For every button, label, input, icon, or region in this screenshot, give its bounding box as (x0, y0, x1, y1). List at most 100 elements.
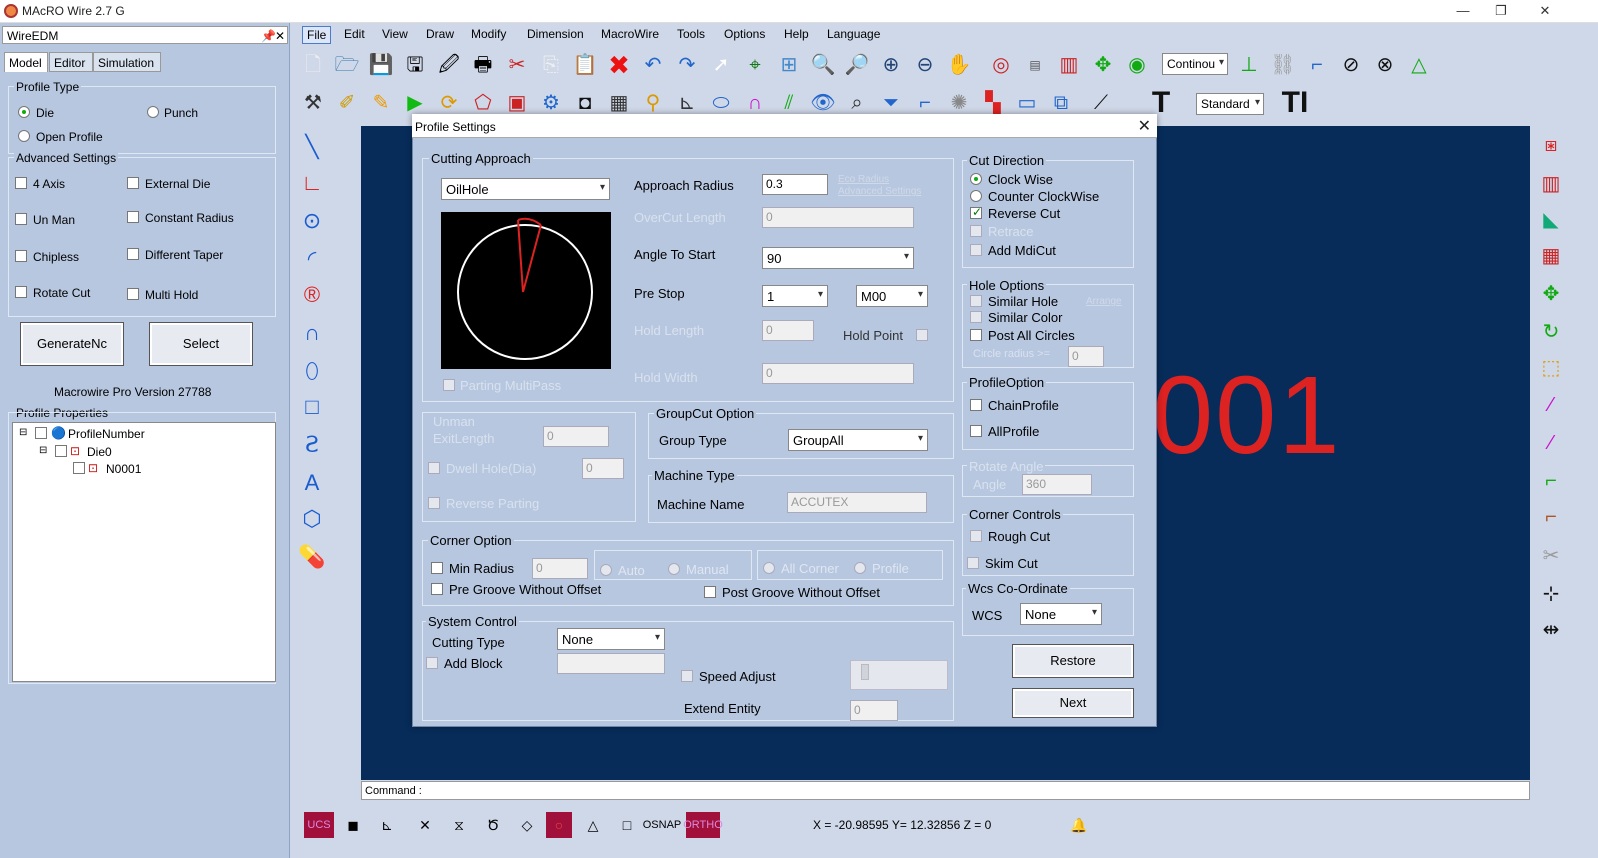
approach-radius-input[interactable]: 0.3 (762, 174, 828, 195)
triangle-icon[interactable]: △ (1404, 50, 1434, 80)
polyline-icon[interactable]: ∟ (298, 168, 326, 198)
angle-to-start-combo[interactable]: 90 (762, 247, 914, 269)
ucs-toggle[interactable]: UCS (304, 812, 334, 838)
un-man-checkbox[interactable] (15, 213, 27, 225)
select-button[interactable]: Select (149, 322, 253, 366)
delete-icon[interactable]: ✖ (604, 50, 634, 80)
save-as-icon[interactable]: 🖫 (400, 50, 430, 80)
arrange-link[interactable]: Arrange (1086, 296, 1122, 307)
auto-radio[interactable] (600, 564, 612, 576)
hold-length-input[interactable]: 0 (762, 320, 814, 341)
corner-round-icon[interactable]: ⌐ (1536, 502, 1566, 532)
clockwise-radio[interactable] (970, 173, 982, 185)
menu-view[interactable]: View (378, 26, 412, 42)
retrace-checkbox[interactable] (970, 225, 982, 237)
min-radius-input[interactable]: 0 (532, 558, 588, 579)
menu-modify[interactable]: Modify (467, 26, 510, 42)
cam-icon[interactable]: ◉ (1122, 50, 1152, 80)
reverse-cut-checkbox[interactable] (970, 205, 982, 219)
post-all-circles-checkbox[interactable] (970, 329, 982, 341)
all-corner-radio[interactable] (763, 562, 775, 574)
bell-icon[interactable]: 🔔 (1066, 812, 1092, 838)
tree-expand-icon[interactable]: ⊟ (39, 445, 47, 456)
move-icon[interactable]: ✥ (1088, 50, 1118, 80)
eco-radius-link[interactable]: Eco Radius (838, 174, 889, 185)
undo-icon[interactable]: ↶ (638, 50, 668, 80)
tree-root-checkbox[interactable] (35, 427, 47, 439)
chipless-checkbox[interactable] (15, 250, 27, 262)
cutting-type-combo[interactable]: None (557, 628, 665, 650)
manual-radio[interactable] (668, 563, 680, 575)
zoom-in-icon[interactable]: ⊕ (876, 50, 906, 80)
dimension-icon[interactable]: ⊥ (1234, 50, 1264, 80)
snap-square-icon[interactable]: □ (614, 812, 640, 838)
die-radio[interactable] (18, 106, 30, 118)
snap-midpoint-icon[interactable]: ⧖ (446, 812, 472, 838)
tree-child-checkbox[interactable] (73, 462, 85, 474)
add-block-input[interactable] (557, 653, 665, 674)
globe-icon[interactable]: ◎ (986, 50, 1016, 80)
ellipse-draw-icon[interactable]: ⬯ (298, 356, 326, 386)
tree-expand-icon[interactable]: ⊟ (19, 427, 27, 438)
tab-simulation[interactable]: Simulation (93, 52, 161, 72)
snap-end-icon[interactable]: ◼ (340, 812, 366, 838)
group-type-combo[interactable]: GroupAll (788, 429, 928, 451)
menu-tools[interactable]: Tools (673, 26, 709, 42)
constant-radius-checkbox[interactable] (127, 211, 139, 223)
m-code-combo[interactable]: M00 (856, 285, 928, 307)
advanced-settings-link[interactable]: Advanced Settings (838, 186, 921, 197)
arc-3pt-icon[interactable]: ◜ (298, 244, 326, 274)
circle-cross-icon[interactable]: ⊗ (1370, 50, 1400, 80)
line-icon[interactable]: ╲ (298, 132, 326, 162)
parting-multipass-checkbox[interactable] (443, 379, 455, 391)
menu-options[interactable]: Options (720, 26, 769, 42)
zoom-icon[interactable]: 🔎 (842, 50, 872, 80)
dialog-close-icon[interactable]: ✕ (1138, 116, 1151, 136)
copy-cam-icon[interactable]: ▤ (1020, 50, 1050, 80)
fillet-icon[interactable]: ◣ (1536, 204, 1566, 234)
hold-width-input[interactable]: 0 (762, 363, 914, 384)
trim-icon[interactable]: ⁄ (1536, 390, 1566, 420)
stretch-icon[interactable]: ⇹ (1536, 614, 1566, 644)
rotate-cut-checkbox[interactable] (15, 286, 27, 298)
join-icon[interactable]: ⊹ (1536, 578, 1566, 608)
command-line[interactable]: Command : (361, 781, 1530, 800)
add-mdicut-checkbox[interactable] (970, 244, 982, 256)
overcut-length-input[interactable]: 0 (762, 207, 914, 228)
four-axis-checkbox[interactable] (15, 177, 27, 189)
extend-entity-input[interactable]: 0 (850, 700, 898, 721)
zoom-out-icon[interactable]: ⊖ (910, 50, 940, 80)
zoom-window-icon[interactable]: ⊞ (774, 50, 804, 80)
external-die-checkbox[interactable] (127, 177, 139, 189)
open-profile-radio[interactable] (18, 130, 30, 142)
rotate-icon[interactable]: ↻ (1536, 316, 1566, 346)
post-groove-checkbox[interactable] (704, 586, 716, 598)
rough-cut-checkbox[interactable] (970, 530, 982, 542)
menu-file[interactable]: File (302, 26, 332, 44)
text-draw-icon[interactable]: A (298, 468, 326, 498)
menu-macrowire[interactable]: MacroWire (597, 26, 663, 42)
tab-model[interactable]: Model (4, 52, 48, 72)
array-icon[interactable]: ▦ (1536, 240, 1566, 270)
skim-cut-checkbox[interactable] (967, 557, 979, 569)
zoom-point-icon[interactable]: ⌖ (740, 50, 770, 80)
pill-icon[interactable]: 💊 (298, 542, 326, 572)
snap-perp-icon[interactable]: ⊾ (374, 812, 400, 838)
cut-icon[interactable]: ✂ (502, 50, 532, 80)
snap-intersection-icon[interactable]: ✕ (412, 812, 438, 838)
menu-language[interactable]: Language (823, 26, 884, 42)
menu-dimension[interactable]: Dimension (523, 26, 588, 42)
tools-icon[interactable]: ⚒ (298, 88, 328, 118)
snap-center-icon[interactable]: ○ (546, 812, 572, 838)
spline-icon[interactable]: Ꙅ (298, 430, 326, 460)
arc-radius-icon[interactable]: ® (298, 280, 326, 310)
mirror-icon[interactable]: ▥ (1536, 168, 1566, 198)
mode-combo[interactable]: Continou (1162, 53, 1228, 75)
copy-icon[interactable]: ⎘ (536, 50, 566, 80)
extend-icon[interactable]: ⁄ (1536, 428, 1566, 458)
open-file-icon[interactable]: 🗁 (332, 50, 362, 80)
scale-icon[interactable]: ⬚ (1536, 352, 1566, 382)
similar-color-checkbox[interactable] (970, 311, 982, 323)
ortho-toggle[interactable]: ORTHO (683, 812, 723, 838)
similar-hole-checkbox[interactable] (970, 295, 982, 307)
